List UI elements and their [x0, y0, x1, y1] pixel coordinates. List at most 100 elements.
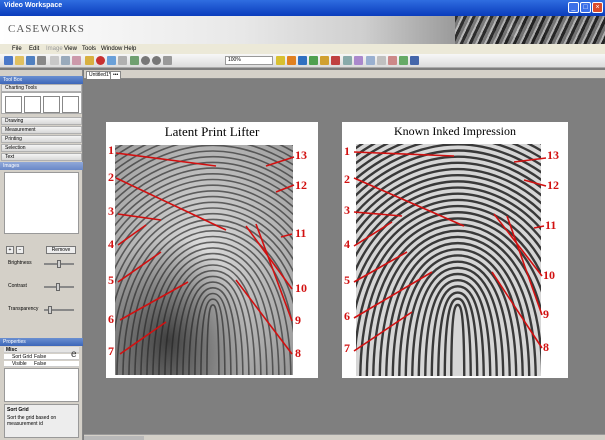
- maximize-icon[interactable]: □: [580, 2, 591, 13]
- transparency-label: Transparency: [8, 306, 39, 312]
- remove-button[interactable]: Remove: [46, 246, 76, 254]
- properties-header: Properties: [0, 338, 83, 346]
- cut-icon[interactable]: [50, 56, 59, 65]
- latent-print-panel: Latent Print Lifter 1 2 3 4 5 6 7 13 12 …: [106, 122, 318, 378]
- sidebar-item-images[interactable]: Images: [0, 162, 83, 170]
- transparency-slider[interactable]: [44, 306, 74, 314]
- hand-icon[interactable]: [309, 56, 318, 65]
- brightness-slider[interactable]: [44, 260, 74, 268]
- toolbox-header: Tool Box: [0, 76, 83, 84]
- minutia-label: 10: [295, 281, 307, 295]
- latent-print-ridges: [115, 145, 293, 375]
- minutia-label: 7: [108, 344, 114, 358]
- menu-help[interactable]: Help: [124, 46, 136, 52]
- images-list[interactable]: [4, 172, 79, 234]
- property-row[interactable]: Visible False: [4, 361, 79, 367]
- rotate-icon[interactable]: [107, 56, 116, 65]
- sidebar-item-drawing[interactable]: Drawing: [1, 117, 82, 125]
- properties-grid-empty: [4, 368, 79, 402]
- sidebar-item-text[interactable]: Text: [1, 153, 82, 161]
- minutia-label: 7: [344, 341, 350, 355]
- chart-tool-4-icon[interactable]: [62, 96, 79, 113]
- sidebar-item-printing[interactable]: Printing: [1, 135, 82, 143]
- zoom-in-icon[interactable]: [141, 56, 150, 65]
- toolbar: 100%: [0, 54, 605, 68]
- zoom-out-icon[interactable]: [152, 56, 161, 65]
- monitor-icon[interactable]: [410, 56, 419, 65]
- new-icon[interactable]: [4, 56, 13, 65]
- minutia-label: 9: [543, 307, 549, 321]
- minimize-icon[interactable]: _: [568, 2, 579, 13]
- menu-view[interactable]: View: [64, 46, 77, 52]
- tab-more[interactable]: •••: [110, 71, 122, 79]
- minutia-label: 6: [344, 309, 350, 323]
- menu-file[interactable]: File: [12, 46, 22, 52]
- window-title: Video Workspace: [4, 2, 63, 9]
- brand-logo: CASEWORKS: [8, 23, 85, 35]
- minutia-label: 3: [108, 204, 114, 218]
- open-icon[interactable]: [15, 56, 24, 65]
- panel-title: Latent Print Lifter: [164, 124, 260, 139]
- menu-edit[interactable]: Edit: [29, 46, 39, 52]
- latent-print-image: [115, 145, 293, 375]
- report-icon[interactable]: [388, 56, 397, 65]
- sidebar-item-selection[interactable]: Selection: [1, 144, 82, 152]
- grid-icon[interactable]: [130, 56, 139, 65]
- minutia-label: 1: [344, 144, 350, 158]
- chart-tool-1-icon[interactable]: [5, 96, 22, 113]
- save-icon[interactable]: [26, 56, 35, 65]
- minutia-label: 11: [545, 218, 557, 232]
- close-icon[interactable]: ×: [592, 2, 603, 13]
- image-icon[interactable]: [85, 56, 94, 65]
- menu-tools[interactable]: Tools: [82, 46, 96, 52]
- app-window: Video Workspace _ □ × CASEWORKS File Edi…: [0, 0, 605, 440]
- chart-icon[interactable]: [354, 56, 363, 65]
- menu-image[interactable]: Image: [46, 46, 63, 52]
- chart-tool-3-icon[interactable]: [43, 96, 60, 113]
- slider-knob[interactable]: [47, 306, 52, 314]
- properties-group-misc[interactable]: Misc: [4, 347, 79, 353]
- help-icon[interactable]: [298, 56, 307, 65]
- property-row[interactable]: Sort Grid False: [4, 354, 79, 360]
- print-icon[interactable]: [37, 56, 46, 65]
- slider-knob[interactable]: [57, 260, 61, 268]
- chart-tool-2-icon[interactable]: [24, 96, 41, 113]
- zoom-select[interactable]: 100%: [225, 56, 273, 65]
- charting-tools-section[interactable]: Charting Tools: [1, 84, 82, 92]
- charting-tools-area: [1, 92, 82, 114]
- minutia-label: 8: [295, 346, 301, 360]
- property-key: Visible: [12, 361, 27, 367]
- menu-window[interactable]: Window: [101, 46, 122, 52]
- add-image-button[interactable]: +: [6, 246, 14, 254]
- minutia-label: 4: [108, 237, 114, 251]
- pencil-icon[interactable]: [276, 56, 285, 65]
- export-icon[interactable]: [377, 56, 386, 65]
- fit-icon[interactable]: [163, 56, 172, 65]
- marker-icon[interactable]: [331, 56, 340, 65]
- document-canvas[interactable]: Latent Print Lifter 1 2 3 4 5 6 7 13 12 …: [84, 80, 605, 440]
- minutia-label: 1: [108, 143, 114, 157]
- contrast-slider[interactable]: [44, 283, 74, 291]
- minutia-label: 8: [543, 340, 549, 354]
- paint-icon[interactable]: [287, 56, 296, 65]
- property-value[interactable]: False: [34, 361, 46, 367]
- copy-icon[interactable]: [61, 56, 70, 65]
- horizontal-scrollbar[interactable]: [84, 434, 605, 440]
- minutia-label: 9: [295, 313, 301, 327]
- camera-icon[interactable]: [399, 56, 408, 65]
- sidebar-item-measurement[interactable]: Measurement: [1, 126, 82, 134]
- known-print-image: [356, 144, 541, 376]
- scrollbar-thumb[interactable]: [84, 436, 144, 440]
- minutia-label: 11: [295, 226, 307, 240]
- stop-icon[interactable]: [96, 56, 105, 65]
- property-help-title: Sort Grid: [7, 407, 29, 413]
- key-icon[interactable]: [320, 56, 329, 65]
- paste-icon[interactable]: [72, 56, 81, 65]
- flip-icon[interactable]: [118, 56, 127, 65]
- property-value[interactable]: False: [34, 354, 46, 360]
- measure-icon[interactable]: [343, 56, 352, 65]
- layout-icon[interactable]: [366, 56, 375, 65]
- slider-knob[interactable]: [55, 283, 60, 291]
- minutia-label: 4: [344, 237, 350, 251]
- remove-image-small-button[interactable]: −: [16, 246, 24, 254]
